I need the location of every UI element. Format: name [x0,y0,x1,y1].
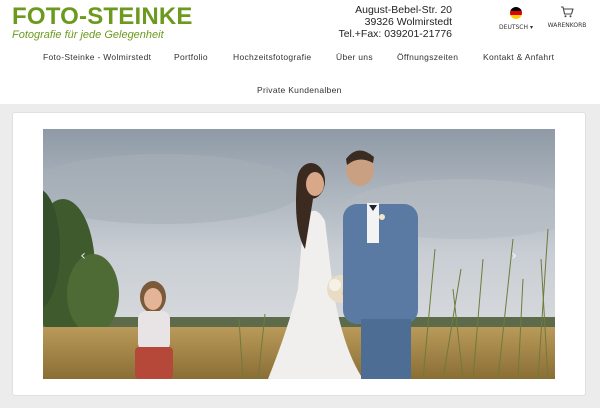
chevron-down-icon: ▾ [529,24,533,31]
address-city: 39326 Wolmirstedt [364,16,452,28]
address-phone: Tel.+Fax: 039201-21776 [338,28,452,40]
nav-item-portfolio[interactable]: Portfolio [174,52,208,62]
cart-button[interactable]: WARENKORB [545,6,589,29]
language-label: DEUTSCH [499,24,529,31]
flag-germany-icon [510,7,522,19]
logo-tagline: Fotografie für jede Gelegenheit [12,29,164,41]
site-header: FOTO-STEINKE Fotografie für jede Gelegen… [0,0,600,104]
nav-item-private-albums[interactable]: Private Kundenalben [257,85,342,95]
nav-item-wedding[interactable]: Hochzeitsfotografie [233,52,311,62]
logo-title: FOTO-STEINKE [12,3,193,30]
nav-item-home[interactable]: Foto-Steinke - Wolmirstedt [43,52,151,62]
nav-item-hours[interactable]: Öffnungszeiten [397,52,458,62]
contact-address: August-Bebel-Str. 20 39326 Wolmirstedt T… [330,4,452,40]
cart-label: WARENKORB [547,22,587,29]
language-selector[interactable]: DEUTSCH ▾ [496,7,536,31]
shopping-cart-icon [561,6,574,18]
address-street: August-Bebel-Str. 20 [355,4,452,16]
logo[interactable]: FOTO-STEINKE Fotografie für jede Gelegen… [12,3,193,42]
chevron-left-icon[interactable]: ‹ [77,248,89,264]
nav-item-about[interactable]: Über uns [336,52,373,62]
chevron-right-icon[interactable]: › [508,248,520,264]
hero-slider-image[interactable] [43,129,555,379]
nav-item-contact[interactable]: Kontakt & Anfahrt [483,52,554,62]
